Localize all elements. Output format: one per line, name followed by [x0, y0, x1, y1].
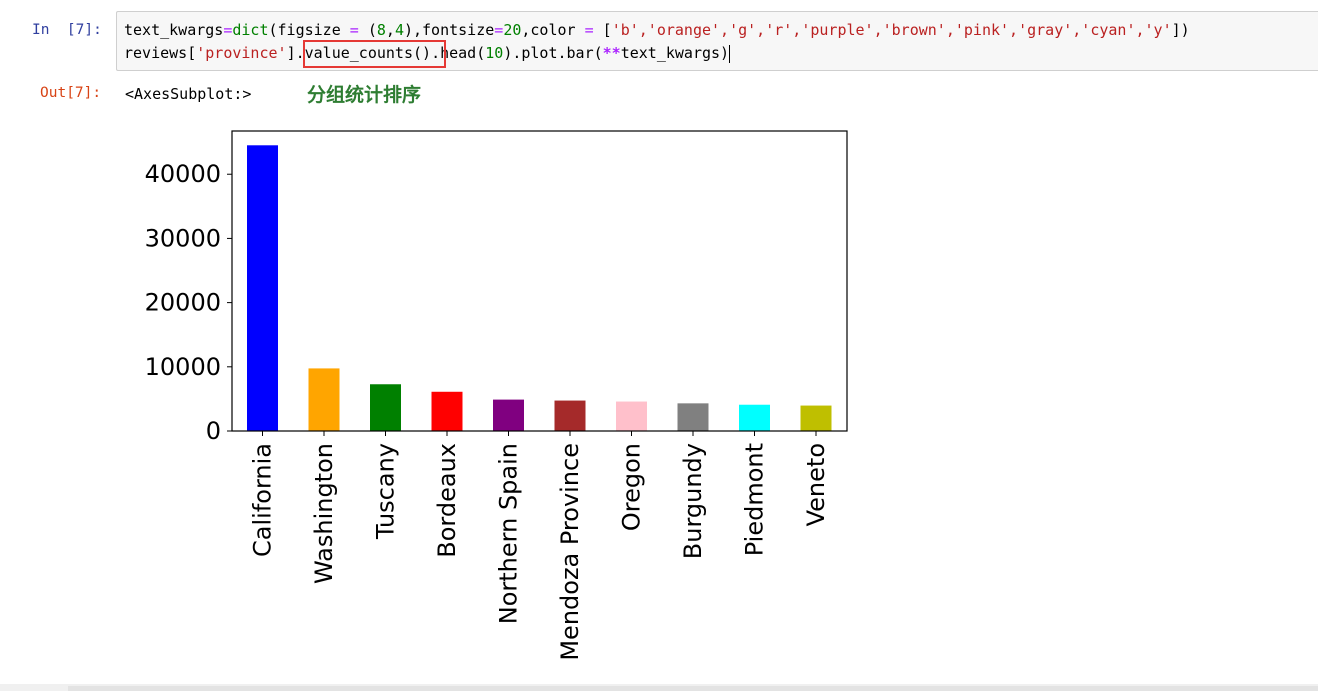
bar-oregon [616, 401, 647, 431]
bar-mendoza-province [554, 400, 586, 431]
bar-veneto [800, 405, 832, 431]
y-tick-label: 0 [206, 417, 221, 445]
bar-bordeaux [431, 391, 463, 431]
horizontal-scroll-thumb[interactable] [68, 686, 1318, 691]
x-tick-label: Northern Spain [495, 443, 523, 624]
x-tick-label: Mendoza Province [556, 443, 584, 661]
x-tick-label: California [249, 443, 277, 557]
bar-northern-spain [493, 399, 524, 431]
x-tick-label: Veneto [802, 443, 830, 526]
bar-tuscany [370, 384, 401, 431]
y-tick-label: 20000 [145, 289, 221, 317]
y-tick-label: 40000 [145, 160, 221, 188]
x-tick-label: Piedmont [741, 443, 769, 556]
bar-washington [308, 368, 340, 431]
x-tick-label: Washington [310, 443, 338, 584]
bar-california [247, 145, 278, 432]
x-tick-label: Oregon [618, 443, 646, 531]
bar-piedmont [739, 404, 770, 431]
x-tick-label: Tuscany [372, 443, 400, 540]
x-tick-label: Bordeaux [433, 443, 461, 558]
y-tick-label: 10000 [145, 353, 221, 381]
bar-chart: 0 10000 20000 30000 40000 California Washingt… [145, 130, 848, 661]
bar-burgundy [677, 403, 709, 431]
x-tick-label: Burgundy [679, 443, 707, 559]
y-tick-label: 30000 [145, 224, 221, 252]
